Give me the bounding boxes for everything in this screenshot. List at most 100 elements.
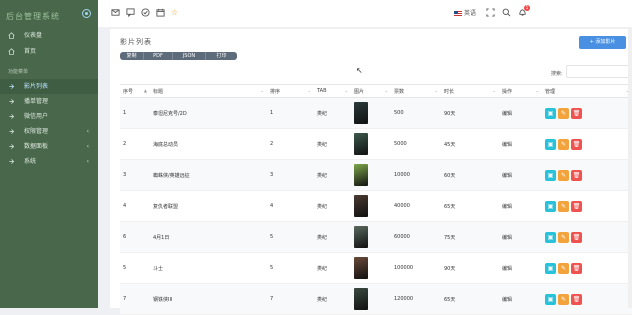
actions-cell: ▣ ✎ 🗑 bbox=[542, 283, 632, 315]
language-label: 英语 bbox=[464, 10, 477, 17]
edit-button[interactable]: ✎ bbox=[558, 262, 569, 274]
edit-button[interactable]: ✎ bbox=[558, 107, 569, 119]
sort-order: 1 bbox=[267, 97, 314, 129]
sidebar-toggle-icon[interactable] bbox=[82, 9, 91, 18]
mail-icon[interactable] bbox=[111, 8, 120, 17]
view-button[interactable]: ▣ bbox=[545, 293, 556, 305]
sort-order: 2 bbox=[267, 128, 314, 160]
view-button[interactable]: ▣ bbox=[545, 262, 556, 274]
table-row: 3 蜘蛛侠/英雄远征 3 类纪 10000 60天 编辑 ▣ ✎ 🗑 bbox=[120, 159, 632, 191]
column-header[interactable]: TAB ⌄ bbox=[314, 84, 351, 98]
edit-button[interactable]: ✎ bbox=[558, 231, 569, 243]
view-button[interactable]: ▣ bbox=[545, 107, 556, 119]
tab-label: 类纪 bbox=[314, 283, 351, 315]
table-row: 5 斗士 5 类纪 100000 90天 编辑 ▣ ✎ 🗑 bbox=[120, 252, 632, 284]
duration: 90天 bbox=[441, 252, 499, 284]
sort-order: 5 bbox=[267, 221, 314, 253]
language-selector[interactable]: 英语 bbox=[454, 8, 476, 17]
view-button[interactable]: ▣ bbox=[545, 231, 556, 243]
sidebar-item-data-panel[interactable]: 数据面板 ‹ bbox=[0, 139, 98, 154]
column-header[interactable]: 序号 ▲ bbox=[120, 84, 150, 98]
movie-title: 复仇者联盟 bbox=[150, 190, 267, 222]
search-icon[interactable] bbox=[502, 8, 511, 17]
edit-button[interactable]: ✎ bbox=[558, 200, 569, 212]
delete-button[interactable]: 🗑 bbox=[571, 107, 582, 119]
tab-label: 类纪 bbox=[314, 190, 351, 222]
check-circle-icon[interactable] bbox=[141, 8, 150, 17]
chat-icon[interactable] bbox=[126, 8, 135, 17]
column-header[interactable]: 图片 ⌄ bbox=[351, 84, 391, 98]
json-button[interactable]: JSON bbox=[173, 52, 206, 60]
row-index: 7 bbox=[120, 283, 150, 315]
arrow-icon bbox=[9, 129, 15, 134]
fullscreen-icon[interactable] bbox=[486, 8, 495, 17]
delete-button[interactable]: 🗑 bbox=[571, 293, 582, 305]
sidebar-item-home[interactable]: 首页 bbox=[0, 44, 98, 59]
print-button[interactable]: 打印 bbox=[206, 52, 237, 60]
tab-label: 类纪 bbox=[314, 128, 351, 160]
sort-icon: ⌄ bbox=[535, 88, 539, 93]
copy-button[interactable]: 复制 bbox=[120, 52, 144, 60]
sidebar-item-label: 播单管理 bbox=[24, 98, 49, 105]
row-index: 2 bbox=[120, 128, 150, 160]
sort-order: 7 bbox=[267, 283, 314, 315]
movie-title: 斗士 bbox=[150, 252, 267, 284]
sidebar-item-wechat-users[interactable]: 微信用户 bbox=[0, 109, 98, 124]
chevron-left-icon: ‹ bbox=[86, 128, 89, 135]
sidebar-item-system[interactable]: 系统 ‹ bbox=[0, 154, 98, 169]
column-header[interactable]: 标题 ⌄ bbox=[150, 84, 267, 98]
vote-count: 500 bbox=[391, 97, 441, 129]
edit-button[interactable]: ✎ bbox=[558, 138, 569, 150]
duration: 60天 bbox=[441, 159, 499, 191]
delete-button[interactable]: 🗑 bbox=[571, 200, 582, 212]
delete-button[interactable]: 🗑 bbox=[571, 262, 582, 274]
duration: 65天 bbox=[441, 283, 499, 315]
sort-up-icon: ▲ bbox=[143, 88, 147, 93]
star-icon[interactable]: ☆ bbox=[170, 8, 179, 17]
add-movie-button[interactable]: + 添加影片 bbox=[579, 36, 626, 49]
delete-button[interactable]: 🗑 bbox=[571, 138, 582, 150]
movie-poster bbox=[354, 288, 368, 310]
view-button[interactable]: ▣ bbox=[545, 138, 556, 150]
column-header[interactable]: 票数 ⌄ bbox=[391, 84, 441, 98]
sort-order: 3 bbox=[267, 159, 314, 191]
view-button[interactable]: ▣ bbox=[545, 200, 556, 212]
movie-poster bbox=[354, 164, 368, 186]
delete-button[interactable]: 🗑 bbox=[571, 169, 582, 181]
main-area: ☆ 英语 5 影片列表 + 添加影片 复制 PDF JSON 打印 ↖ 搜索: … bbox=[98, 0, 632, 315]
duration: 65天 bbox=[441, 190, 499, 222]
table-row: 1 泰坦尼克号/2D 1 类纪 500 90天 编辑 ▣ ✎ 🗑 bbox=[120, 97, 632, 129]
poster-cell bbox=[351, 97, 391, 129]
movie-title: 4月1日 bbox=[150, 221, 267, 253]
poster-cell bbox=[351, 283, 391, 315]
edit-button[interactable]: ✎ bbox=[558, 293, 569, 305]
scrollbar[interactable] bbox=[628, 27, 632, 308]
page-title: 影片列表 bbox=[120, 38, 152, 46]
movie-poster bbox=[354, 102, 368, 124]
sort-order: 4 bbox=[267, 190, 314, 222]
vote-count: 60000 bbox=[391, 221, 441, 253]
poster-cell bbox=[351, 252, 391, 284]
brand-title: 后台管理系统 bbox=[6, 12, 60, 21]
table-header-row: 序号▲ 标题⌄ 排序⌄ TAB⌄ 图片⌄ 票数⌄ 时长⌄ 操作⌄ 管理⌄ bbox=[120, 84, 632, 98]
sidebar-item-movies[interactable]: 影片列表 bbox=[0, 79, 98, 94]
sidebar-item-permissions[interactable]: 权限管理 ‹ bbox=[0, 124, 98, 139]
movie-poster bbox=[354, 133, 368, 155]
edit-button[interactable]: ✎ bbox=[558, 169, 569, 181]
home-icon bbox=[8, 32, 15, 39]
sort-icon: ⌄ bbox=[492, 88, 496, 93]
actions-cell: ▣ ✎ 🗑 bbox=[542, 128, 632, 160]
calendar-icon[interactable] bbox=[156, 8, 165, 17]
search-input[interactable] bbox=[566, 65, 630, 78]
sidebar-item-label: 仪表盘 bbox=[24, 32, 43, 39]
sidebar-item-playlist[interactable]: 播单管理 bbox=[0, 94, 98, 109]
delete-button[interactable]: 🗑 bbox=[571, 231, 582, 243]
pdf-button[interactable]: PDF bbox=[144, 52, 173, 60]
column-header[interactable]: 时长 ⌄ bbox=[441, 84, 499, 98]
column-header[interactable]: 操作 ⌄ bbox=[499, 84, 542, 98]
sidebar-item-dashboard[interactable]: 仪表盘 bbox=[0, 28, 98, 43]
view-button[interactable]: ▣ bbox=[545, 169, 556, 181]
column-header[interactable]: 管理⌄ bbox=[542, 84, 632, 98]
operation-label: 编辑 bbox=[499, 221, 542, 253]
column-header[interactable]: 排序 ⌄ bbox=[267, 84, 314, 98]
